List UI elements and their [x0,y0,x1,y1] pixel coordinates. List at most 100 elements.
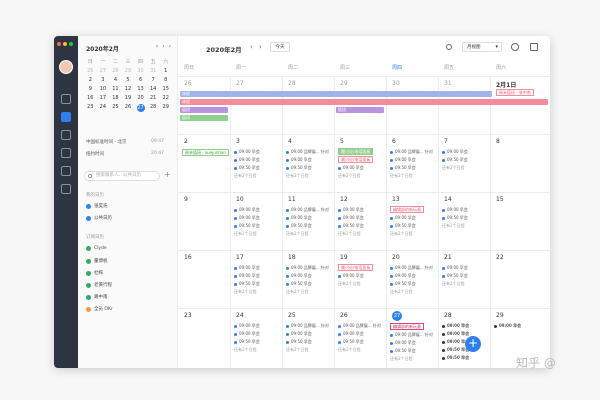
event-item[interactable]: 09:00 早会 [338,165,364,171]
event-item[interactable]: 09:00 品牌展... 针对 [338,323,381,329]
event-item[interactable]: 09:00 早会 [338,273,364,279]
event-item[interactable]: 09:00 早会 [338,207,364,213]
day-number[interactable]: 10 [236,196,244,203]
event-item[interactable]: 09:50 早会 [390,281,416,287]
event-item[interactable]: 09:50 早会 [286,281,312,287]
contacts-icon[interactable] [61,148,71,158]
more-events-link[interactable]: 还有2个日程 [338,347,361,353]
prev-month-button[interactable]: ‹ [250,43,253,51]
checkbox-icon[interactable] [86,282,91,288]
mini-day[interactable]: 2 [84,77,97,83]
event-item[interactable]: 09:00 品牌展... 针对 [286,149,329,155]
event-bar[interactable]: 值班 [336,107,384,113]
event-item[interactable]: 09:00 早会 [286,331,312,337]
day-number[interactable]: 16 [184,254,192,261]
today-button[interactable]: 今天 [270,42,290,52]
mini-day[interactable]: 14 [147,86,160,92]
more-events-link[interactable]: 还有2个日程 [286,231,309,237]
mini-day[interactable]: 16 [84,95,97,101]
mini-day[interactable]: 17 [97,95,110,101]
apps-icon[interactable] [61,166,71,176]
day-number[interactable]: 14 [444,196,452,203]
event-item[interactable]: 09:50 早会 [286,165,312,171]
event-item[interactable]: 09:00 早会 [338,331,364,337]
day-number[interactable]: 6 [392,138,396,145]
mini-day[interactable]: 9 [84,86,97,92]
more-events-link[interactable]: 还有2个日程 [234,231,257,237]
calendar-item[interactable]: 全员 OKr [86,306,113,312]
event-tag[interactable]: 晨讨论/电话面板 [338,264,374,271]
more-events-link[interactable]: 还有2个日程 [234,173,257,179]
search-input[interactable]: 搜索联系人、公共日历 [84,171,160,181]
event-item[interactable]: 09:00 早会 [390,273,416,279]
mini-day[interactable]: 20 [134,95,147,101]
day-number[interactable]: 31 [444,80,452,87]
event-item[interactable]: 09:50 早会 [234,339,260,345]
export-icon[interactable] [530,43,538,51]
day-number[interactable]: 11 [288,196,296,203]
day-number[interactable]: 28 [444,312,452,319]
mini-day[interactable]: 30 [134,68,147,74]
day-number[interactable]: 24 [236,312,244,319]
day-number[interactable]: 5 [340,138,344,145]
chat-icon[interactable] [61,94,71,104]
event-item[interactable]: 09:00 早会 [234,149,260,155]
mini-day[interactable]: 11 [109,86,122,92]
event-item[interactable]: 09:50 早会 [442,215,468,221]
day-number[interactable]: 21 [444,254,452,261]
search-icon[interactable] [446,44,452,50]
more-events-link[interactable]: 还有2个日程 [234,347,257,353]
mini-day[interactable]: 25 [109,104,122,112]
more-events-link[interactable]: 还有2个日程 [390,289,413,295]
event-item[interactable]: 09:50 早会 [390,165,416,171]
checkbox-icon[interactable] [86,294,91,300]
mini-day[interactable]: 28 [147,104,160,112]
event-tag[interactable]: 周末值班 · 张中南 [496,89,534,96]
more-events-link[interactable]: 还有2个日程 [234,289,257,295]
more-events-link[interactable]: 还有2个日程 [390,173,413,179]
event-item[interactable]: 09:00 早会 [234,215,260,221]
event-item[interactable]: 09:00 品牌展... 针对 [286,323,329,329]
day-number[interactable]: 17 [236,254,244,261]
mini-day[interactable]: 18 [109,95,122,101]
day-number[interactable]: 29 [496,312,504,319]
calendar-icon[interactable] [61,112,71,122]
event-item[interactable]: 09:50 早会 [234,281,260,287]
checkbox-icon[interactable] [86,306,91,312]
next-month-button[interactable]: › [259,43,262,51]
day-number[interactable]: 30 [392,80,400,87]
event-item[interactable]: 09:00 早会 [442,265,468,271]
mini-day[interactable]: 23 [84,104,97,112]
day-number[interactable]: 15 [496,196,504,203]
event-item[interactable]: 09:00 早会 [286,273,312,279]
add-calendar-button[interactable]: + [164,170,171,179]
mini-day[interactable]: 26 [84,68,97,74]
maximize-window-icon[interactable] [69,42,73,46]
mini-day[interactable]: 28 [109,68,122,74]
day-number[interactable]: 3 [236,138,240,145]
event-bar[interactable]: 值班 [180,107,228,113]
event-item[interactable]: 09:00 早会 [442,207,468,213]
mini-day[interactable]: 29 [122,68,135,74]
event-item[interactable]: 09:00 早会 [390,215,416,221]
more-events-link[interactable]: 还有2个日程 [390,356,413,362]
event-tag[interactable]: 周末值班 · xuejunhan [182,149,229,156]
next-month-icon[interactable]: › [162,43,164,50]
mini-day[interactable]: 19 [122,95,135,101]
event-item[interactable]: 09:00 早会 [494,323,521,329]
prev-month-icon[interactable]: ‹ [156,43,158,50]
mini-day[interactable]: 15 [159,86,172,92]
event-tag[interactable]: 晨讨论/电话面板 [338,156,374,163]
avatar[interactable] [59,60,73,74]
mini-day-today[interactable]: 27 [136,104,145,112]
mini-day[interactable]: 3 [97,77,110,83]
star-icon[interactable] [61,184,71,194]
checkbox-icon[interactable] [86,203,91,209]
event-item[interactable]: 09:00 早会 [234,157,260,163]
event-item[interactable]: 09:50 早会 [234,223,260,229]
checkbox-icon[interactable] [86,246,91,251]
day-number[interactable]: 18 [288,254,296,261]
event-item[interactable]: 09:00 早会 [442,331,469,337]
event-item[interactable]: 09:50 早会 [338,339,364,345]
checkbox-icon[interactable] [86,258,91,264]
